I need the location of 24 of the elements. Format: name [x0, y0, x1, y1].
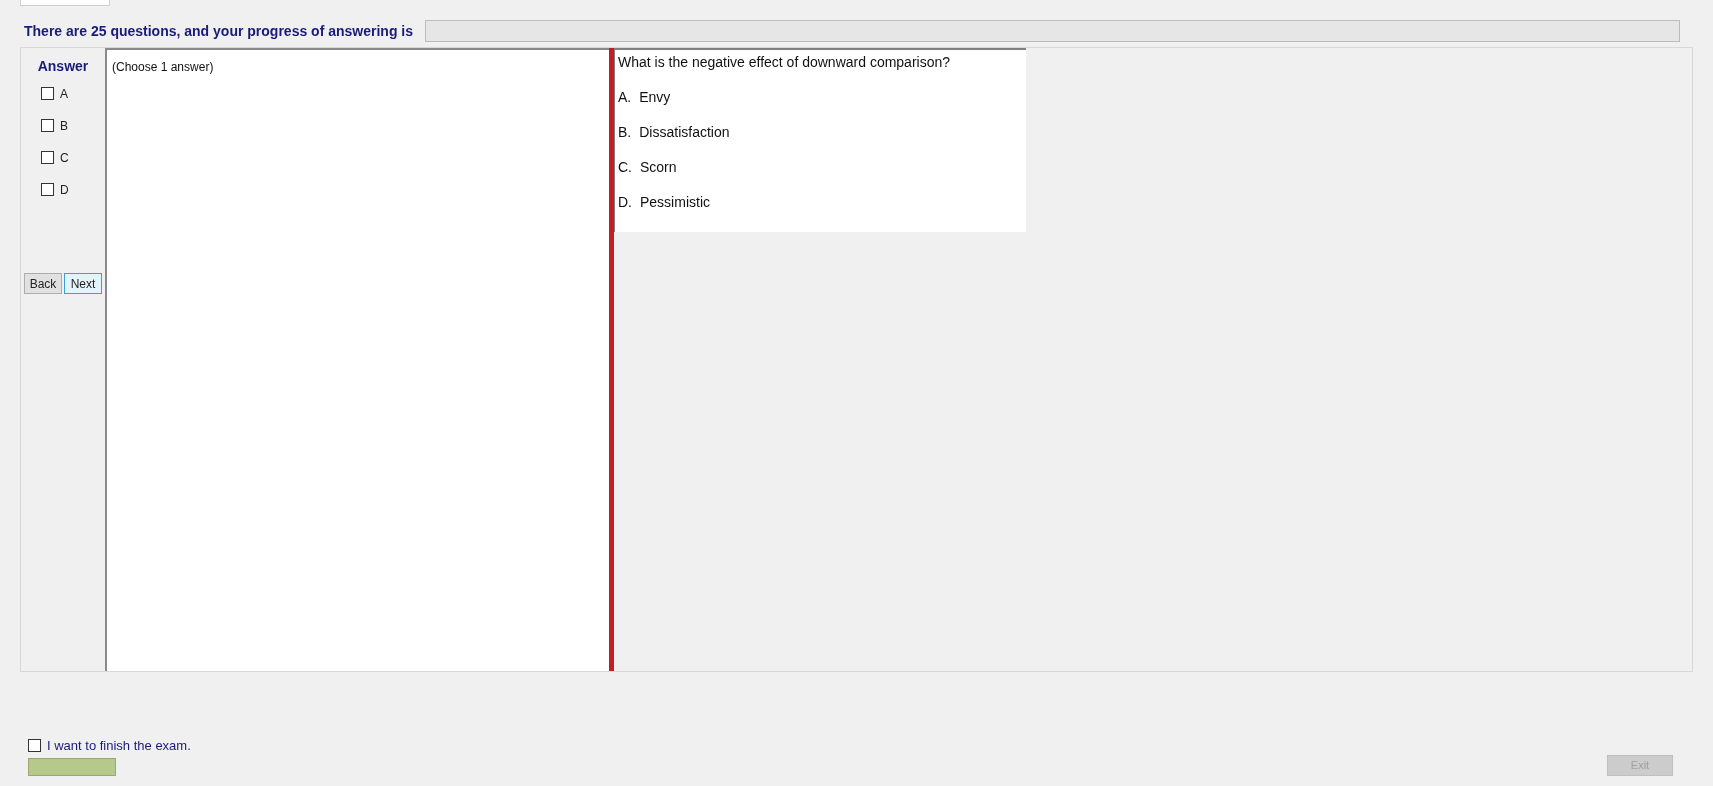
- choice-letter: A.: [618, 88, 632, 107]
- choice-letter: B.: [618, 123, 632, 142]
- choice-text: Scorn: [640, 158, 677, 177]
- option-label: D: [60, 181, 69, 199]
- choice-text: Dissatisfaction: [639, 123, 730, 142]
- answer-checkbox[interactable]: [41, 151, 54, 164]
- choice-text: Envy: [639, 88, 671, 107]
- answer-checkbox[interactable]: [41, 183, 54, 196]
- header-text: There are 25 questions, and your progress of answering is: [24, 21, 413, 41]
- option-label: A: [60, 85, 68, 103]
- option-label: C: [60, 149, 69, 167]
- choice-letter: C.: [618, 158, 632, 177]
- choice-letter: D.: [618, 193, 632, 212]
- option-label: B: [60, 117, 68, 135]
- finish-label: I want to finish the exam.: [47, 736, 191, 755]
- answer-hint: (Choose 1 answer): [112, 60, 214, 74]
- nav-button[interactable]: Back: [24, 273, 62, 294]
- answer-title: Answer: [37, 57, 89, 76]
- choice-text: Pessimistic: [640, 193, 710, 212]
- answer-checkbox[interactable]: [41, 87, 54, 100]
- nav-button[interactable]: Next: [64, 273, 102, 294]
- finish-checkbox[interactable]: [28, 738, 41, 752]
- answer-checkbox[interactable]: [41, 119, 54, 132]
- question-text: What is the negative effect of downward comparison?: [618, 53, 952, 72]
